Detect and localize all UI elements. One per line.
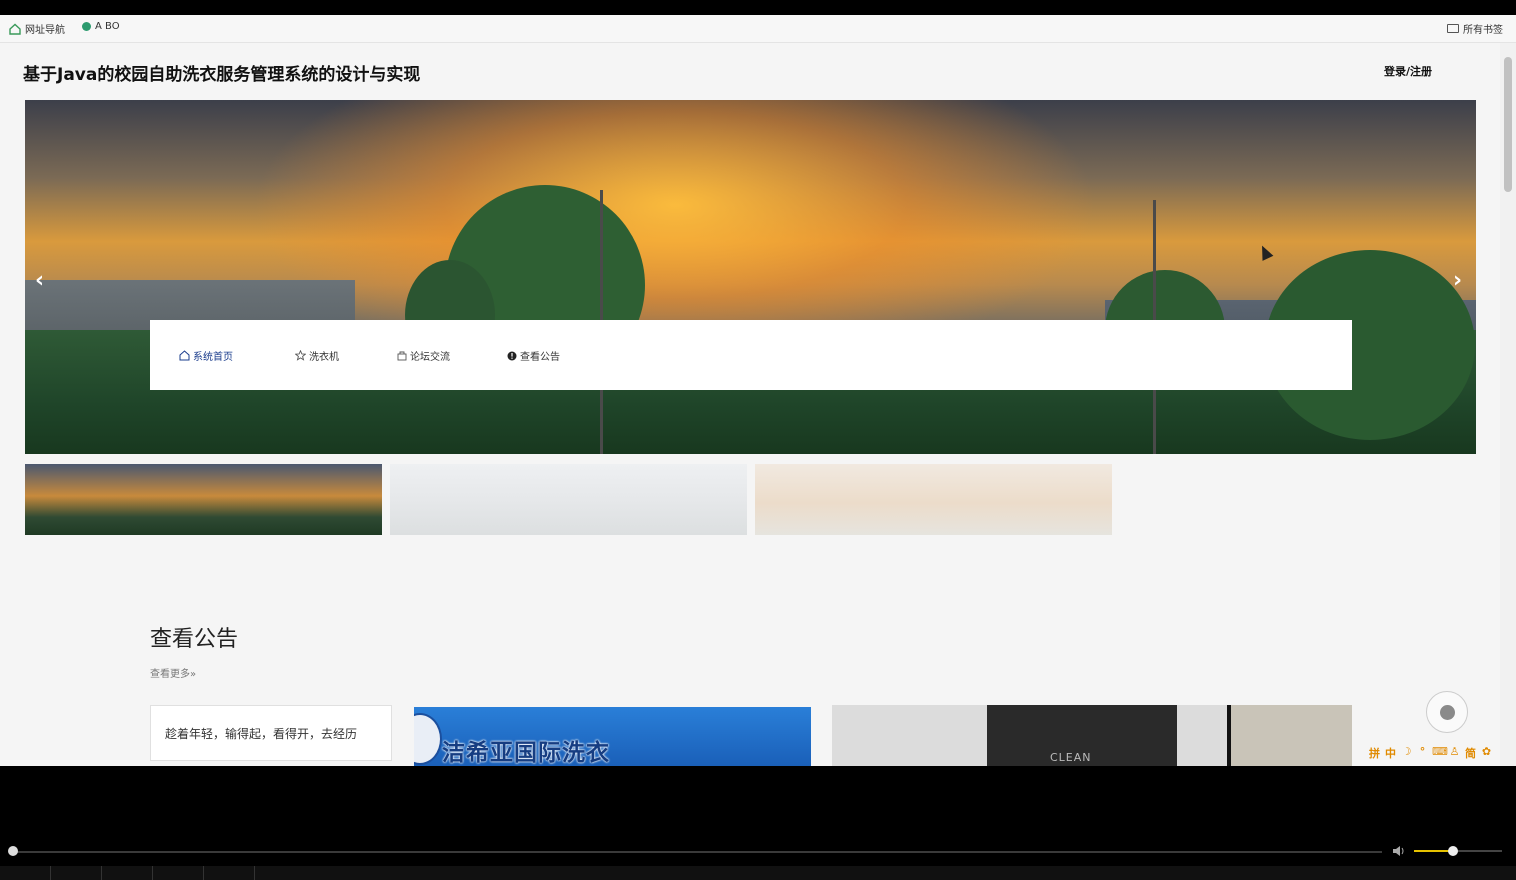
nav-washing-machine[interactable]: 洗衣机 [295, 348, 339, 363]
ime-toolbar: 拼 中 ☽ ° ⌨ ♙ 简 ✿ [1368, 745, 1493, 763]
top-black-bar [0, 0, 1516, 15]
bookmark-label: A BO [95, 21, 120, 32]
web-page: 基于Java的校园自助洗衣服务管理系统的设计与实现 登录/注册 ‹ › 系统首页… [0, 43, 1500, 766]
announcement-image[interactable]: 洁希亚国际洗衣 [414, 707, 811, 766]
ime-chinese-icon[interactable]: 中 [1384, 745, 1397, 763]
announcements-title: 查看公告 [150, 627, 239, 652]
carousel-next-icon[interactable]: › [1453, 268, 1462, 293]
nav-label: 论坛交流 [410, 352, 450, 363]
nav-label: 系统首页 [193, 352, 233, 363]
volume-knob[interactable] [1448, 846, 1458, 856]
bookmarks-bar: 网址导航 A BO 所有书签 [0, 15, 1516, 43]
ime-moon-icon[interactable]: ☽ [1400, 745, 1413, 763]
taskbar-slot[interactable] [51, 866, 102, 880]
page-scrollbar[interactable] [1500, 43, 1516, 766]
site-title: 基于Java的校园自助洗衣服务管理系统的设计与实现 [23, 65, 421, 85]
ime-settings-icon[interactable]: ✿ [1480, 745, 1493, 763]
ime-pinyin-icon[interactable]: 拼 [1368, 745, 1381, 763]
taskbar-slot[interactable] [102, 866, 153, 880]
announcement-text: 趁着年轻，输得起，看得开，去经历 [165, 727, 358, 741]
nav-label: 查看公告 [520, 352, 560, 363]
ime-simplified-icon[interactable]: 简 [1464, 745, 1477, 763]
carousel-thumbnail[interactable] [755, 464, 1112, 535]
progress-bar[interactable] [12, 851, 1382, 853]
folder-icon [1447, 24, 1459, 33]
announcement-image[interactable]: CLEAN [832, 705, 1352, 766]
bookmark-label: 网址导航 [25, 25, 65, 36]
taskbar-slot[interactable] [204, 866, 255, 880]
announcement-image-text: 洁希亚国际洗衣 [442, 740, 610, 766]
progress-knob[interactable] [8, 846, 18, 856]
globe-icon [82, 22, 91, 31]
laundry-logo-icon [414, 713, 442, 765]
nav-home[interactable]: 系统首页 [179, 348, 233, 363]
view-more-link[interactable]: 查看更多» [150, 665, 196, 680]
home-icon [179, 350, 190, 361]
ime-user-icon[interactable]: ♙ [1448, 745, 1461, 763]
login-register-link[interactable]: 登录/注册 [1384, 63, 1432, 79]
bag-icon [397, 351, 407, 361]
taskbar-slot[interactable] [0, 866, 51, 880]
ime-punct-icon[interactable]: ° [1416, 745, 1429, 763]
banner-carousel[interactable]: ‹ › [25, 100, 1476, 454]
bookmark-nav[interactable]: 网址导航 [9, 21, 65, 36]
shop-shelf [1227, 705, 1352, 766]
nav-forum[interactable]: 论坛交流 [397, 348, 450, 363]
all-bookmarks-label: 所有书签 [1463, 25, 1503, 36]
carousel-prev-icon[interactable]: ‹ [35, 268, 44, 293]
all-bookmarks[interactable]: 所有书签 [1447, 21, 1503, 36]
scrollbar-thumb[interactable] [1504, 57, 1512, 192]
video-player-controls [0, 766, 1516, 880]
nav-label: 洗衣机 [309, 352, 339, 363]
bookmark-abo[interactable]: A BO [82, 21, 120, 32]
volume-icon[interactable] [1392, 845, 1406, 857]
floating-assistive-button[interactable] [1426, 691, 1468, 733]
ime-keyboard-icon[interactable]: ⌨ [1432, 745, 1448, 763]
shop-sign-text: CLEAN [1050, 751, 1092, 764]
star-icon [295, 350, 306, 361]
nav-announcements[interactable]: 查看公告 [507, 348, 560, 363]
announcement-card[interactable]: 趁着年轻，输得起，看得开，去经历 [150, 705, 392, 761]
carousel-thumbnail[interactable] [25, 464, 382, 535]
house-icon [9, 23, 21, 35]
taskbar-slot[interactable] [153, 866, 204, 880]
carousel-thumbnail[interactable] [390, 464, 747, 535]
taskbar [0, 866, 1516, 880]
info-icon [507, 351, 517, 360]
main-nav: 系统首页 洗衣机 论坛交流 查看公告 [150, 320, 1352, 390]
